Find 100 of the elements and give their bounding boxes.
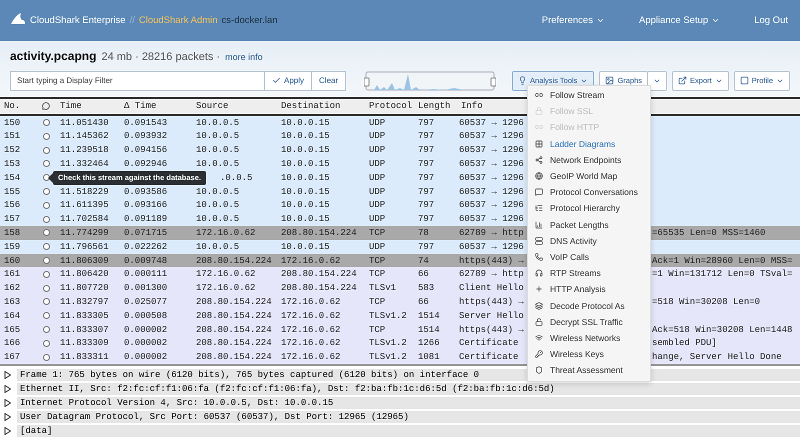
table-cell-text: 1266 xyxy=(417,338,440,348)
comment-dot-icon[interactable] xyxy=(42,216,50,223)
table-cell-text: 152 xyxy=(3,145,20,156)
table-cell-text: 10.0.0.15 xyxy=(280,131,330,142)
comment-dot-icon[interactable] xyxy=(42,326,50,333)
table-cell-text: TLSv1.2 xyxy=(368,338,407,348)
collapsed-triangle-icon[interactable] xyxy=(4,413,11,421)
unlock-icon xyxy=(535,318,543,326)
comment-dot-icon[interactable] xyxy=(42,270,50,278)
table-cell-text: UDP xyxy=(368,158,386,169)
lightbulb-icon xyxy=(518,76,528,86)
table-cell: 60537 → 1296 xyxy=(459,118,524,128)
table-cell-text: 0.091543 xyxy=(123,118,168,128)
column-header[interactable]: Time xyxy=(50,101,82,112)
comment-dot-icon[interactable] xyxy=(42,202,50,209)
table-cell-text: 172.16.0.62 xyxy=(195,283,256,294)
table-cell: https(443) → xyxy=(459,324,524,334)
column-header[interactable]: Δ Time xyxy=(120,101,156,112)
table-cell-text: 156 xyxy=(3,200,20,210)
menu-item[interactable]: Protocol Conversations xyxy=(528,184,650,200)
apply-button[interactable]: Apply xyxy=(265,70,312,91)
comment-dot-icon[interactable] xyxy=(42,146,50,154)
clear-button[interactable]: Clear xyxy=(312,70,346,91)
nav-link[interactable]: Log Out xyxy=(754,14,788,26)
comment-dot-icon[interactable] xyxy=(42,188,50,196)
comment-dot-icon[interactable] xyxy=(42,243,50,250)
collapsed-triangle-icon[interactable] xyxy=(4,427,11,435)
column-header[interactable]: Length xyxy=(414,101,450,112)
table-cell-text: 208.80.154.224 xyxy=(280,228,357,238)
table-cell-text: TCP xyxy=(368,324,386,334)
table-cell-text: 10.0.0.5 xyxy=(195,200,240,210)
table-cell-text: 11.807720 xyxy=(59,283,109,294)
table-cell-text: 0.000111 xyxy=(123,269,168,280)
comment-dot-icon[interactable] xyxy=(42,229,50,236)
table-cell-text: 10.0.0.5 xyxy=(195,242,240,252)
table-cell: 62789 → http xyxy=(459,269,524,280)
column-header[interactable]: Source xyxy=(192,101,228,112)
table-cell-text: 11.833311 xyxy=(59,352,109,362)
table-cell-text: 11.145362 xyxy=(59,131,109,142)
nav-link[interactable]: Preferences xyxy=(542,14,605,26)
table-cell-text: 163 xyxy=(3,296,20,307)
table-cell-text: 155 xyxy=(3,186,20,197)
square-icon xyxy=(740,76,749,86)
table-cell-text: 0.000002 xyxy=(123,338,168,348)
table-cell-text: 10.0.0.5 xyxy=(195,131,240,142)
table-cell: 60537 → 1296 xyxy=(459,131,524,142)
comment-dot-icon[interactable] xyxy=(42,119,50,126)
table-cell-text: 797 xyxy=(417,200,434,210)
table-cell-text: 66 xyxy=(417,296,429,307)
menu-item[interactable]: HTTP Analysis xyxy=(528,281,650,298)
link-icon xyxy=(535,91,543,100)
table-cell-text: 797 xyxy=(417,186,434,197)
table-cell-text: UDP xyxy=(368,172,386,183)
collapsed-triangle-icon[interactable] xyxy=(4,371,11,379)
column-header[interactable]: Info xyxy=(457,101,483,112)
nav-link[interactable]: Appliance Setup xyxy=(638,14,720,26)
column-header[interactable]: No. xyxy=(0,101,20,112)
comment-dot-icon[interactable] xyxy=(42,340,50,347)
table-cell-text: 1081 xyxy=(417,352,440,362)
comment-dot-icon[interactable] xyxy=(42,298,50,306)
display-filter-field[interactable]: Start typing a Display Filter xyxy=(10,70,265,91)
table-cell-text: 0.092946 xyxy=(123,158,168,169)
plus-icon xyxy=(535,285,543,294)
comment-dot-icon[interactable] xyxy=(42,312,50,320)
table-cell-text: 10.0.0.15 xyxy=(280,242,330,252)
table-cell-text: 154 xyxy=(3,172,20,183)
network-icon xyxy=(535,156,543,164)
comment-dot-icon[interactable] xyxy=(42,257,50,264)
shield-icon xyxy=(535,366,543,374)
table-cell-text: 0.009748 xyxy=(123,256,168,266)
collapsed-triangle-icon[interactable] xyxy=(4,385,11,393)
table-cell-text: 162 xyxy=(3,283,20,294)
table-cell-text: 0.093586 xyxy=(123,186,168,197)
table-cell-text: 208.80.154.224 xyxy=(195,324,272,334)
table-cell-text: TCP xyxy=(368,296,386,307)
dropdown-toggle[interactable] xyxy=(647,70,668,91)
table-cell-text: =518 Win=30208 Len=0 xyxy=(651,296,760,307)
menu-item[interactable]: RTP Streams xyxy=(528,265,650,282)
wifi-icon xyxy=(535,334,543,342)
table-cell-text: TCP xyxy=(368,256,386,266)
table-cell: https(443) → xyxy=(459,256,524,266)
more-info-link[interactable]: more info xyxy=(225,52,263,62)
table-cell-text: 153 xyxy=(3,158,20,169)
table-cell-text: 11.806420 xyxy=(59,269,109,280)
table-cell-text: UDP xyxy=(368,145,386,156)
table-cell-text: 0.093166 xyxy=(123,200,168,210)
comment-dot-icon[interactable] xyxy=(42,354,50,361)
table-cell-text: TLSv1.2 xyxy=(368,310,407,321)
column-header[interactable]: Protocol xyxy=(365,101,412,112)
table-cell-text: 172.16.0.62 xyxy=(280,296,340,307)
comment-dot-icon[interactable] xyxy=(42,174,50,182)
column-header[interactable]: Destination xyxy=(277,101,340,112)
collapsed-triangle-icon[interactable] xyxy=(4,399,11,407)
comment-dot-icon[interactable] xyxy=(42,160,50,168)
table-cell-text: 74 xyxy=(417,256,429,266)
chat-icon xyxy=(535,188,543,196)
comment-dot-icon[interactable] xyxy=(42,284,50,292)
table-cell-text: 10.0.0.5 xyxy=(195,158,240,169)
comment-dot-icon[interactable] xyxy=(42,132,50,140)
table-cell-text: 11.611395 xyxy=(59,200,109,210)
